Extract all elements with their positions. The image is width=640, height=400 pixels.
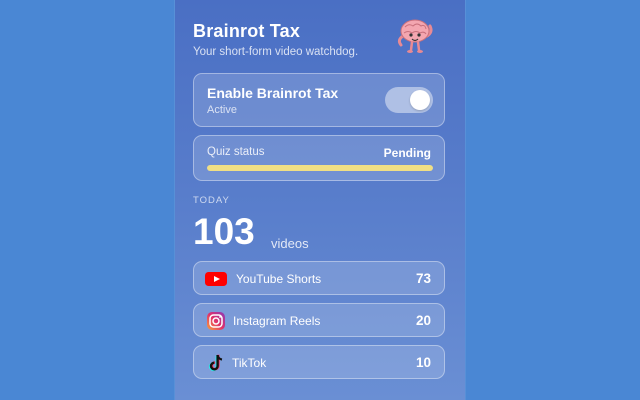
toggle-knob	[410, 90, 430, 110]
today-label: TODAY	[193, 195, 230, 206]
platform-count: 10	[415, 355, 431, 370]
quiz-status-value: Pending	[383, 146, 431, 160]
platform-count: 20	[415, 313, 431, 328]
tiktok-icon	[209, 354, 223, 372]
enable-card: Enable Brainrot Tax Active	[193, 73, 445, 127]
youtube-icon	[205, 272, 227, 286]
quiz-progress-track	[207, 165, 433, 171]
platform-row-youtube: YouTube Shorts 73	[193, 261, 445, 295]
instagram-icon	[207, 312, 225, 330]
platform-count: 73	[415, 271, 431, 286]
app-title: Brainrot Tax	[193, 21, 301, 41]
platform-row-tiktok: TikTok 10	[193, 345, 445, 379]
enable-toggle[interactable]	[385, 87, 433, 113]
platform-name: Instagram Reels	[233, 314, 321, 328]
quiz-progress-fill	[207, 165, 433, 171]
platform-row-instagram: Instagram Reels 20	[193, 303, 445, 337]
brain-mascot-icon	[397, 19, 433, 53]
popup-panel: Brainrot Tax Your short-form video watch…	[175, 0, 465, 400]
enable-status: Active	[207, 104, 237, 116]
platform-name: YouTube Shorts	[236, 272, 322, 286]
video-count-unit: videos	[271, 236, 309, 251]
quiz-status-label: Quiz status	[207, 146, 265, 158]
video-count: 103	[193, 211, 255, 252]
enable-title: Enable Brainrot Tax	[207, 85, 339, 101]
app-subtitle: Your short-form video watchdog.	[193, 46, 359, 58]
quiz-status-card: Quiz status Pending	[193, 135, 445, 181]
platform-name: TikTok	[232, 356, 267, 370]
